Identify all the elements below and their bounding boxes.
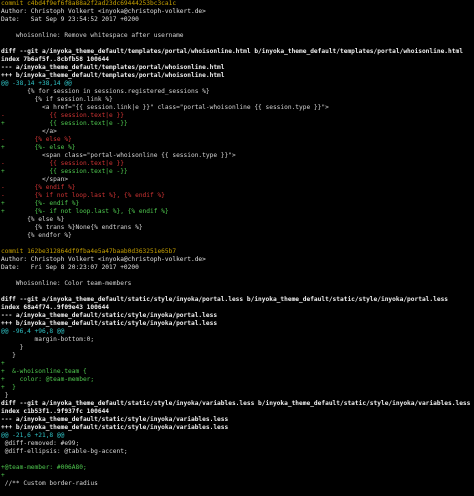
context-line: {% else %} (1, 216, 65, 223)
added-line: + &-whoisonline.team { (1, 368, 87, 375)
added-line: + } (1, 384, 16, 391)
commit-meta-line: Date: Sat Sep 9 23:54:52 2017 +0200 (1, 16, 139, 23)
diff-file-header-line: diff --git a/inyoka_theme_default/static… (1, 296, 449, 303)
context-line (1, 40, 474, 48)
context-line (1, 488, 474, 496)
diff-file-header-line: +++ b/inyoka_theme_default/static/style/… (1, 320, 218, 327)
added-line: + (1, 360, 5, 367)
context-line: } (1, 344, 24, 351)
context-line: {% if session.link %} (1, 96, 113, 103)
hunk-header-line: @@ -21,6 +21,8 @@ (1, 432, 65, 439)
commit-meta-line: Author: Christoph Volkert <inyoka@christ… (1, 8, 206, 15)
context-line: margin-bottom:0; (1, 336, 95, 343)
context-line: whoisonline: Remove whitespace after use… (1, 32, 184, 39)
added-line: +@team-member: #006A80; (1, 464, 87, 471)
hunk-header-line: @@ -38,14 +38,14 @@ (1, 80, 72, 87)
context-line (1, 240, 474, 248)
diff-file-header-line: +++ b/inyoka_theme_default/templates/por… (1, 72, 225, 79)
diff-file-header-line: +++ b/inyoka_theme_default/static/style/… (1, 424, 229, 431)
context-line (1, 272, 474, 280)
removed-line: - {{ session.text|e }} (1, 160, 124, 167)
context-line: <a href="{{ session.link|e }}" class="po… (1, 104, 329, 111)
context-line: {% endfor %} (1, 232, 72, 239)
commit-hash-line: commit 162be312864df9fba4e5a47baab0d3632… (1, 248, 177, 255)
added-line: + {{ session.text|e -}} (1, 168, 128, 175)
context-line: //** Custom border-radius (1, 480, 98, 487)
commit-meta-line: Date: Fri Sep 8 20:23:07 2017 +0200 (1, 264, 139, 271)
diff-file-header-line: index c1b53f1..9f937fc 100644 (1, 408, 110, 415)
diff-file-header-line: diff --git a/inyoka_theme_default/templa… (1, 48, 463, 55)
diff-file-header-line: --- a/inyoka_theme_default/static/style/… (1, 416, 229, 423)
context-line: @diff-ellipsis: @table-bg-accent; (1, 448, 128, 455)
added-line: + color: @team-member; (1, 376, 95, 383)
context-line: } (1, 352, 16, 359)
context-line: </a> (1, 128, 57, 135)
context-line: Whoisonline: Color team-members (1, 280, 132, 287)
context-line (1, 24, 474, 32)
diff-file-header-line: index 68a4f74..9f09e43 100644 (1, 304, 110, 311)
removed-line: - {% else %} (1, 136, 72, 143)
diff-file-header-line: diff --git a/inyoka_theme_default/static… (1, 400, 471, 407)
hunk-header-line: @@ -96,4 +96,8 @@ (1, 328, 65, 335)
added-line: + {{ session.text|e -}} (1, 120, 128, 127)
context-line (1, 288, 474, 296)
removed-line: - {{ session.text|e }} (1, 112, 124, 119)
context-line: </span> (1, 176, 69, 183)
context-line: {% trans %}None{% endtrans %} (1, 224, 143, 231)
diff-file-header-line: --- a/inyoka_theme_default/static/style/… (1, 312, 218, 319)
removed-line: - {% endif %} (1, 184, 76, 191)
context-line: @diff-removed: #e99; (1, 440, 80, 447)
context-line: } (1, 392, 9, 399)
added-line: + {%- if not loop.last %}, {% endif %} (1, 208, 169, 215)
added-line: + (1, 472, 5, 479)
removed-line: - {% if not loop.last %}, {% endif %} (1, 192, 165, 199)
diff-file-header-line: --- a/inyoka_theme_default/templates/por… (1, 64, 225, 71)
terminal-output[interactable]: commit c4bd4f9ef6f8a88a2f2ad23dc69444253… (0, 0, 474, 496)
commit-hash-line: commit c4bd4f9ef6f8a88a2f2ad23dc69444253… (1, 0, 177, 7)
added-line: + {%- endif %} (1, 200, 80, 207)
context-line: <span class="portal-whoisonline {{ sessi… (1, 152, 236, 159)
context-line (1, 456, 474, 464)
commit-meta-line: Author: Christoph Volkert <inyoka@christ… (1, 256, 206, 263)
diff-file-header-line: index 7b6af5f..8cbfb58 100644 (1, 56, 110, 63)
added-line: + {%- else %} (1, 144, 76, 151)
context-line: {% for session in sessions.registered_se… (1, 88, 210, 95)
